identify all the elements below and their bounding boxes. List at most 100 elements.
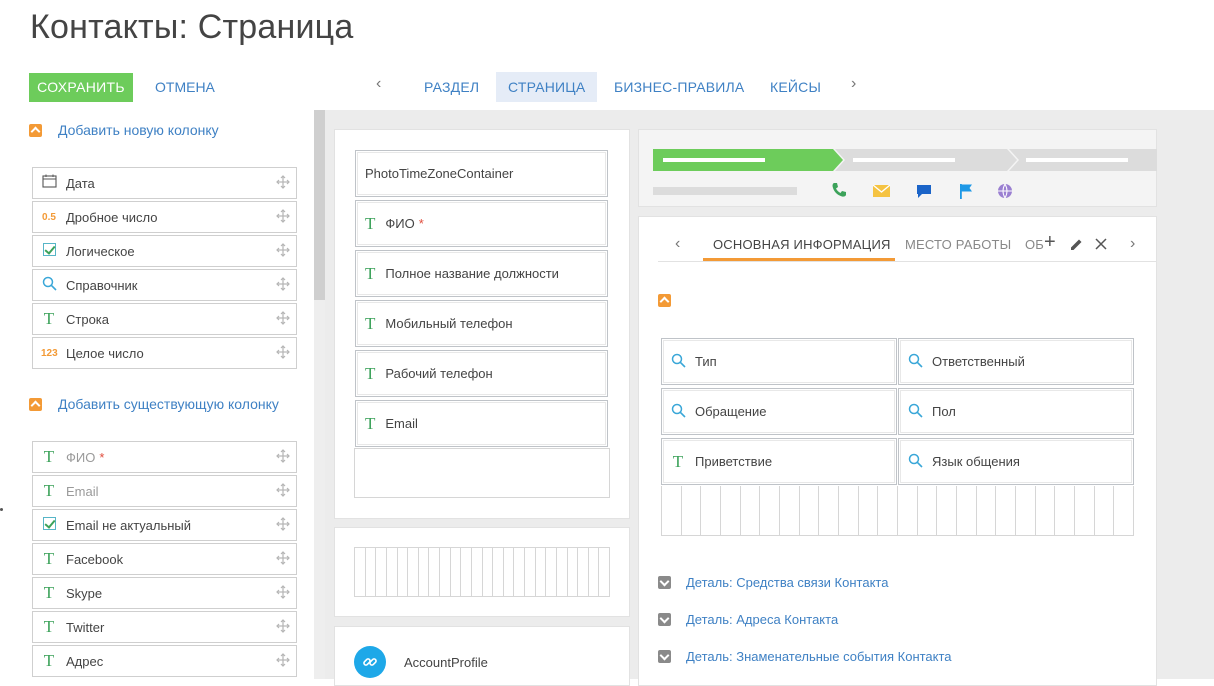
expand-icon[interactable] (658, 576, 671, 589)
lookup-icon (907, 353, 923, 371)
chevron-right-icon[interactable]: › (1130, 235, 1135, 253)
column-item-facebook[interactable]: T Facebook (32, 543, 297, 575)
column-item-integer[interactable]: 123 Целое число (32, 337, 297, 369)
field-label: Email (385, 416, 418, 431)
drag-handle-icon[interactable] (276, 449, 290, 463)
detail-events[interactable]: Деталь: Знаменательные события Контакта (658, 649, 952, 664)
column-item-address[interactable]: T Адрес (32, 645, 297, 677)
profile-field-mobile-phone[interactable]: T Мобильный телефон (355, 300, 608, 347)
email-icon[interactable] (873, 185, 890, 197)
column-item-label: Facebook (66, 551, 124, 567)
field-label: Тип (695, 354, 717, 369)
tab-cases[interactable]: КЕЙСЫ (758, 72, 833, 102)
detail-addresses[interactable]: Деталь: Адреса Контакта (658, 612, 838, 627)
field-salutation[interactable]: Обращение (661, 388, 897, 435)
profile-field-email[interactable]: T Email (355, 400, 608, 447)
collapse-icon[interactable] (29, 123, 42, 137)
tab-business-rules[interactable]: БИЗНЕС-ПРАВИЛА (602, 72, 756, 102)
column-item-boolean[interactable]: Логическое (32, 235, 297, 267)
column-item-date[interactable]: Дата (32, 167, 297, 199)
save-button[interactable]: СОХРАНИТЬ (29, 73, 133, 102)
text-icon: T (672, 451, 684, 471)
tab-about[interactable]: ОБ (1025, 237, 1044, 252)
drag-handle-icon[interactable] (276, 551, 290, 565)
checkbox-icon (41, 242, 57, 260)
sidebar-scroll-thumb[interactable] (314, 110, 325, 300)
close-icon[interactable] (1095, 238, 1107, 250)
detail-label[interactable]: Деталь: Знаменательные события Контакта (686, 649, 952, 664)
drag-handle-icon[interactable] (276, 619, 290, 633)
text-icon: T (43, 481, 55, 500)
chevron-right-icon[interactable]: › (851, 75, 856, 93)
lookup-icon (670, 403, 686, 421)
lookup-icon (907, 403, 923, 421)
empty-main-grid[interactable] (661, 486, 1135, 536)
tab-main-info[interactable]: ОСНОВНАЯ ИНФОРМАЦИЯ (713, 237, 891, 252)
field-type[interactable]: Тип (661, 338, 897, 385)
profile-field-work-phone[interactable]: T Рабочий телефон (355, 350, 608, 397)
expand-icon[interactable] (658, 650, 671, 663)
phone-icon[interactable] (831, 182, 847, 198)
field-label: PhotoTimeZoneContainer (365, 166, 514, 181)
drag-handle-icon[interactable] (276, 311, 290, 325)
column-item-fio[interactable]: T ФИО * (32, 441, 297, 473)
tab-workplace[interactable]: МЕСТО РАБОТЫ (905, 237, 1011, 252)
field-owner[interactable]: Ответственный (898, 338, 1134, 385)
empty-grid[interactable] (354, 547, 610, 597)
field-greeting[interactable]: T Приветствие (661, 438, 897, 485)
collapse-icon[interactable] (29, 397, 42, 411)
cancel-button[interactable]: ОТМЕНА (155, 73, 215, 102)
field-language[interactable]: Язык общения (898, 438, 1134, 485)
column-item-label: ФИО (66, 449, 96, 465)
collapse-icon[interactable] (658, 294, 671, 307)
chevron-left-icon[interactable]: ‹ (376, 75, 381, 93)
profile-field-fio[interactable]: T ФИО * (355, 200, 608, 247)
drag-handle-icon[interactable] (276, 585, 290, 599)
lookup-icon (907, 453, 923, 471)
drag-handle-icon[interactable] (276, 277, 290, 291)
add-existing-column-header[interactable]: Добавить существующую колонку (29, 394, 279, 414)
detail-label[interactable]: Деталь: Средства связи Контакта (686, 575, 888, 590)
profile-field-job-title[interactable]: T Полное название должности (355, 250, 608, 297)
profile-field-photo-container[interactable]: PhotoTimeZoneContainer (355, 150, 608, 197)
group-collapse-toggle[interactable] (658, 294, 671, 307)
edit-icon[interactable] (1070, 238, 1083, 251)
add-existing-column-label: Добавить существующую колонку (58, 396, 279, 412)
field-gender[interactable]: Пол (898, 388, 1134, 435)
field-label: Рабочий телефон (385, 366, 493, 381)
drag-handle-icon[interactable] (276, 209, 290, 223)
add-tab-icon[interactable]: + (1044, 232, 1056, 252)
column-item-lookup[interactable]: Справочник (32, 269, 297, 301)
bullet-dot (0, 508, 3, 511)
add-new-column-header[interactable]: Добавить новую колонку (29, 120, 219, 140)
globe-icon[interactable] (997, 183, 1013, 199)
column-item-label: Адрес (66, 653, 104, 669)
chevron-left-icon[interactable]: ‹ (675, 235, 680, 253)
tab-page[interactable]: СТРАНИЦА (496, 72, 598, 102)
column-item-decimal[interactable]: 0.5 Дробное число (32, 201, 297, 233)
column-item-email[interactable]: T Email (32, 475, 297, 507)
column-item-skype[interactable]: T Skype (32, 577, 297, 609)
column-item-string[interactable]: T Строка (32, 303, 297, 335)
drag-handle-icon[interactable] (276, 175, 290, 189)
expand-icon[interactable] (658, 613, 671, 626)
drag-handle-icon[interactable] (276, 243, 290, 257)
text-icon: T (43, 651, 55, 670)
drag-handle-icon[interactable] (276, 653, 290, 667)
text-icon: T (43, 549, 55, 568)
flag-icon[interactable] (959, 183, 973, 199)
field-label: Язык общения (932, 454, 1020, 469)
detail-label[interactable]: Деталь: Адреса Контакта (686, 612, 838, 627)
drag-handle-icon[interactable] (276, 517, 290, 531)
column-item-twitter[interactable]: T Twitter (32, 611, 297, 643)
link-icon[interactable] (354, 646, 386, 678)
column-item-email-inactive[interactable]: Email не актуальный (32, 509, 297, 541)
detail-communications[interactable]: Деталь: Средства связи Контакта (658, 575, 888, 590)
chat-icon[interactable] (916, 184, 932, 199)
tab-section[interactable]: РАЗДЕЛ (412, 72, 491, 102)
drag-handle-icon[interactable] (276, 345, 290, 359)
stage-progress-bar[interactable] (653, 149, 1157, 171)
empty-drop-slot[interactable] (354, 448, 610, 498)
column-item-label: Twitter (66, 619, 105, 635)
drag-handle-icon[interactable] (276, 483, 290, 497)
